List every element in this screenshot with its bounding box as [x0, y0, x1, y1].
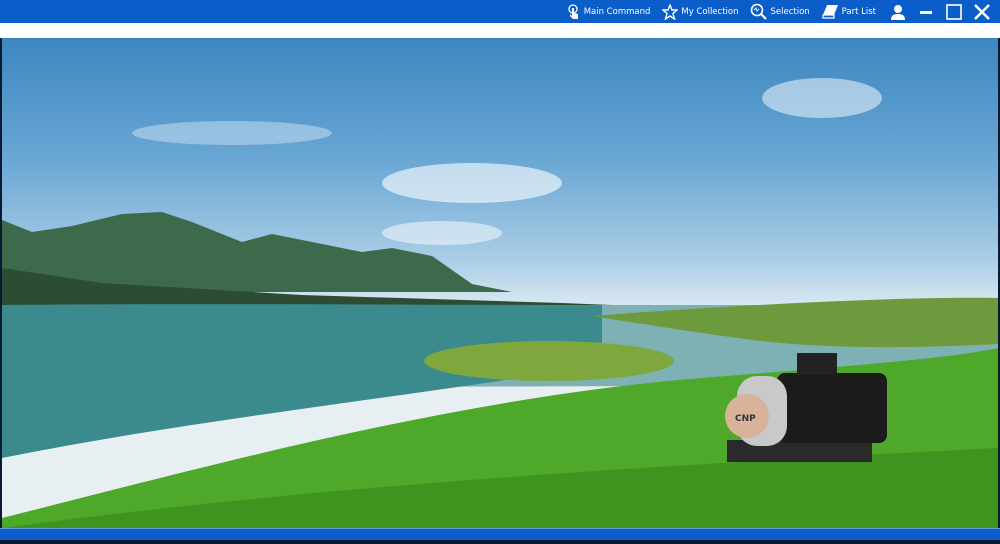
selection-button[interactable]: Selection: [750, 3, 810, 20]
my-collection-label: My Collection: [681, 6, 739, 17]
close-icon: [974, 3, 990, 20]
maximize-icon: [946, 3, 962, 20]
main-command-button[interactable]: Main Command: [567, 3, 651, 20]
maximize-button[interactable]: [944, 2, 964, 22]
part-list-button[interactable]: Part List: [822, 4, 876, 19]
my-collection-button[interactable]: My Collection: [662, 3, 739, 20]
book-icon: [822, 5, 838, 19]
main-command-label: Main Command: [583, 6, 651, 17]
touch-icon: [568, 3, 578, 19]
status-bar-bottom: [0, 540, 1000, 544]
title-bar: Main Command My Collection Selection Par…: [0, 0, 1000, 23]
part-list-label: Part List: [841, 6, 876, 17]
search-icon: [751, 3, 768, 20]
top-menu: Main Command My Collection Selection Par…: [567, 0, 1000, 23]
selection-label: Selection: [770, 6, 810, 17]
user-button[interactable]: [888, 2, 908, 22]
user-icon: [891, 4, 905, 20]
landscape-background: CNP: [2, 38, 998, 528]
minimize-icon: [920, 10, 932, 14]
close-button[interactable]: [972, 2, 992, 22]
minimize-button[interactable]: [916, 2, 936, 22]
star-icon: [662, 3, 679, 20]
landscape-image: CNP: [2, 78, 998, 528]
toolbar-strip: [0, 23, 1000, 38]
svg-text:CNP: CNP: [735, 414, 756, 424]
